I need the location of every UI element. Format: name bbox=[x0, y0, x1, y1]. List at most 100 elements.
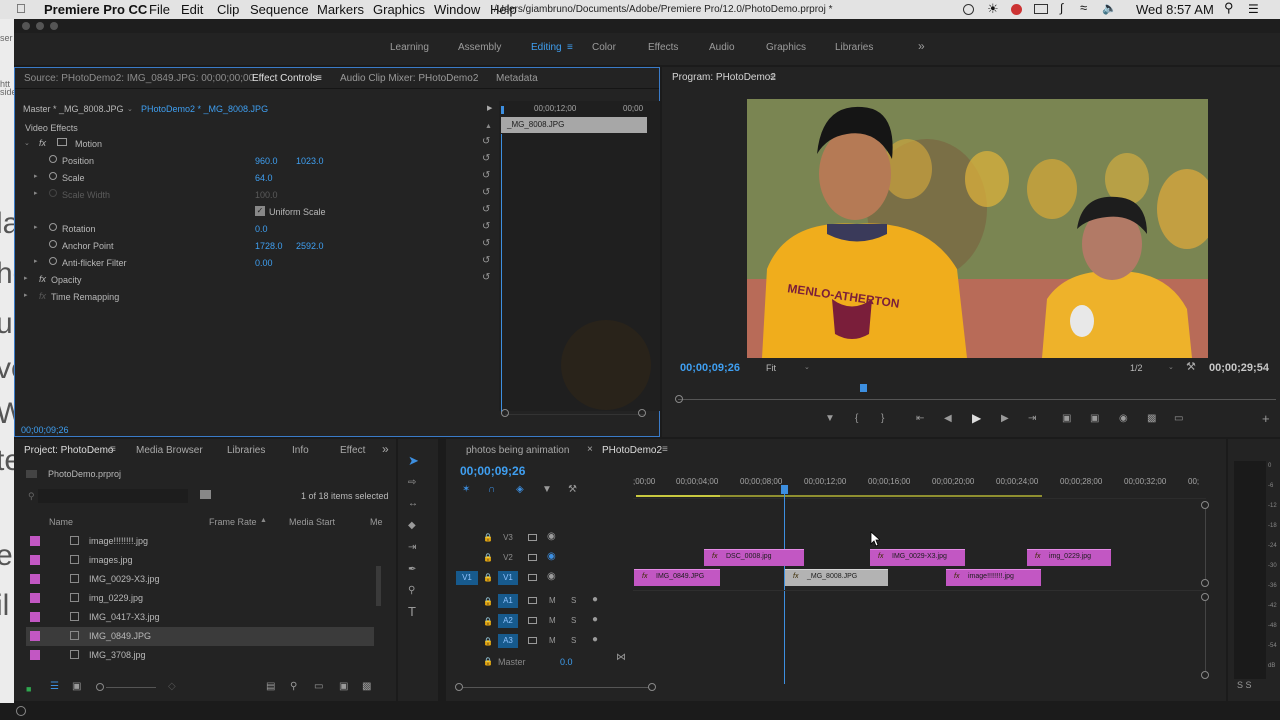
source-patch-v1[interactable]: V1 bbox=[456, 571, 478, 585]
workspace-assembly[interactable]: Assembly bbox=[458, 42, 501, 53]
program-video-frame[interactable]: MENLO-ATHERTON bbox=[747, 99, 1208, 358]
panel-menu-icon[interactable]: ≡ bbox=[110, 444, 116, 455]
play-only-clip-icon[interactable]: ▶ bbox=[487, 104, 492, 112]
mute-button[interactable]: M bbox=[549, 615, 556, 627]
list-item-selected[interactable]: IMG_0849.JPG bbox=[26, 627, 374, 646]
cc-icon[interactable] bbox=[1011, 4, 1022, 15]
list-item[interactable]: image!!!!!!!!.jpg bbox=[14, 532, 376, 551]
menu-graphics[interactable]: Graphics bbox=[373, 2, 425, 17]
timeline-zoom-bar[interactable] bbox=[463, 687, 649, 688]
apple-menu-icon[interactable]:  bbox=[16, 1, 26, 16]
status-icon[interactable] bbox=[16, 706, 26, 716]
stopwatch-icon[interactable] bbox=[49, 223, 57, 231]
add-marker-icon[interactable]: ▼ bbox=[542, 484, 552, 496]
scrub-left-handle[interactable] bbox=[675, 395, 683, 403]
timeline-clip[interactable]: fx IMG_0849.JPG bbox=[634, 569, 720, 586]
menu-window[interactable]: Window bbox=[434, 2, 480, 17]
timeline-clip[interactable]: fx DSC_0008.jpg bbox=[704, 549, 804, 566]
list-item[interactable]: img_0229.jpg bbox=[14, 589, 376, 608]
type-tool-icon[interactable]: T bbox=[408, 605, 416, 618]
settings-wrench-icon[interactable]: ⚒ bbox=[1186, 360, 1196, 373]
workspace-editing[interactable]: Editing bbox=[531, 42, 562, 53]
reset-scale-icon[interactable]: ↺ bbox=[482, 171, 492, 181]
uniform-scale-checkbox[interactable]: ✓ bbox=[255, 206, 265, 216]
timeline-timecode[interactable]: 00;00;09;26 bbox=[460, 464, 525, 478]
zoom-select[interactable]: Fit bbox=[766, 363, 776, 373]
voiceover-mic-icon[interactable]: ● bbox=[592, 634, 598, 646]
antiflicker-expand-icon[interactable]: ▸ bbox=[34, 257, 38, 265]
new-bin-from-search-icon[interactable] bbox=[200, 490, 211, 499]
menu-clip[interactable]: Clip bbox=[217, 2, 239, 17]
ec-playhead[interactable] bbox=[501, 106, 504, 114]
tab-effects[interactable]: Effect bbox=[340, 445, 365, 456]
step-back-icon[interactable]: ◀ bbox=[944, 413, 952, 425]
sync-lock-icon[interactable] bbox=[528, 554, 537, 561]
app-menu[interactable]: Premiere Pro CC bbox=[44, 2, 147, 17]
timeline-clip[interactable]: fx img_0229.jpg bbox=[1027, 549, 1111, 566]
tab-effect-controls[interactable]: Effect Controls bbox=[252, 73, 317, 84]
brightness-icon[interactable]: ☀ bbox=[987, 1, 999, 17]
go-to-out-icon[interactable]: ⇥ bbox=[1028, 413, 1036, 425]
list-item[interactable]: IMG_0029-X3.jpg bbox=[14, 570, 376, 589]
video-scroll-handle[interactable] bbox=[1201, 501, 1209, 509]
scale-expand-icon[interactable]: ▸ bbox=[34, 172, 38, 180]
panel-menu-icon[interactable]: ≡ bbox=[316, 73, 322, 84]
icon-view-icon[interactable]: ▣ bbox=[72, 681, 81, 693]
reset-motion-icon[interactable]: ↺ bbox=[482, 137, 492, 147]
lock-icon[interactable]: ■ bbox=[26, 684, 31, 694]
clock[interactable]: Wed 8:57 AM bbox=[1136, 2, 1214, 17]
menu-sequence[interactable]: Sequence bbox=[250, 2, 309, 17]
track-label-v3[interactable]: V3 bbox=[498, 531, 518, 545]
sync-lock-icon[interactable] bbox=[528, 597, 537, 604]
razor-tool-icon[interactable]: ◆ bbox=[408, 520, 416, 532]
track-label-a2[interactable]: A2 bbox=[498, 614, 518, 628]
project-search-input[interactable] bbox=[38, 489, 188, 503]
workspace-menu-icon[interactable]: ≡ bbox=[567, 42, 573, 53]
program-title[interactable]: Program: PHotoDemo2 bbox=[672, 72, 776, 83]
track-select-tool-icon[interactable]: ⇨ bbox=[408, 477, 416, 489]
solo-button[interactable]: S bbox=[571, 615, 576, 627]
linked-selection-icon[interactable]: ◈ bbox=[516, 484, 524, 496]
close-window-button[interactable] bbox=[22, 22, 30, 30]
scale-value[interactable]: 64.0 bbox=[255, 173, 273, 183]
list-item[interactable]: IMG_0417-X3.jpg bbox=[14, 608, 376, 627]
workspace-libraries[interactable]: Libraries bbox=[835, 42, 873, 53]
snap-magnet-icon[interactable]: ∩ bbox=[488, 484, 495, 496]
audio-scroll-handle[interactable] bbox=[1201, 593, 1209, 601]
sync-lock-icon[interactable] bbox=[528, 617, 537, 624]
comparison-view-icon[interactable]: ▩ bbox=[1147, 413, 1156, 425]
menu-markers[interactable]: Markers bbox=[317, 2, 364, 17]
timeline-playhead-handle[interactable] bbox=[781, 485, 788, 494]
tab-audio-clip-mixer[interactable]: Audio Clip Mixer: PHotoDemo2 bbox=[340, 73, 478, 84]
col-name[interactable]: Name bbox=[49, 517, 73, 527]
pen-tool-icon[interactable]: ✒ bbox=[408, 564, 416, 576]
search-icon[interactable]: ⚲ bbox=[28, 491, 35, 502]
menu-edit[interactable]: Edit bbox=[181, 2, 203, 17]
nest-toggle-icon[interactable]: ✶ bbox=[462, 484, 470, 496]
fullscreen-icon[interactable]: ▭ bbox=[1174, 413, 1183, 425]
lock-icon[interactable]: 🔒 bbox=[483, 637, 493, 646]
notification-center-icon[interactable]: ☰ bbox=[1248, 2, 1259, 16]
col-media-start[interactable]: Media Start bbox=[289, 517, 335, 527]
sync-lock-icon[interactable] bbox=[528, 637, 537, 644]
zoom-slider-handle[interactable] bbox=[96, 683, 104, 691]
rotation-value[interactable]: 0.0 bbox=[255, 224, 268, 234]
program-scrub-bar[interactable] bbox=[678, 399, 1276, 400]
voiceover-mic-icon[interactable]: ● bbox=[592, 614, 598, 626]
close-tab-icon[interactable]: × bbox=[587, 444, 593, 455]
rotation-expand-icon[interactable]: ▸ bbox=[34, 223, 38, 231]
master-clip-label[interactable]: Master * _MG_8008.JPG bbox=[23, 104, 124, 114]
timeline-clip[interactable]: fx image!!!!!!!!.jpg bbox=[946, 569, 1041, 586]
export-frame-camera-icon[interactable]: ◉ bbox=[1119, 413, 1128, 425]
stopwatch-icon[interactable] bbox=[49, 257, 57, 265]
sequence-clip-label[interactable]: PHotoDemo2 * _MG_8008.JPG bbox=[141, 104, 268, 114]
ripple-edit-tool-icon[interactable]: ↔ bbox=[408, 498, 418, 510]
lock-icon[interactable]: 🔒 bbox=[483, 553, 493, 562]
antiflicker-value[interactable]: 0.00 bbox=[255, 258, 273, 268]
eye-visibility-icon[interactable]: ◉ bbox=[547, 531, 556, 543]
track-label-v1[interactable]: V1 bbox=[498, 571, 518, 585]
chevron-down-icon[interactable]: ⌄ bbox=[1168, 363, 1174, 371]
timeline-clip[interactable]: fx IMG_0029-X3.jpg bbox=[870, 549, 965, 566]
opacity-expand-icon[interactable]: ▸ bbox=[24, 274, 28, 282]
tab-sequence-photodemo2[interactable]: PHotoDemo2 bbox=[602, 445, 662, 456]
